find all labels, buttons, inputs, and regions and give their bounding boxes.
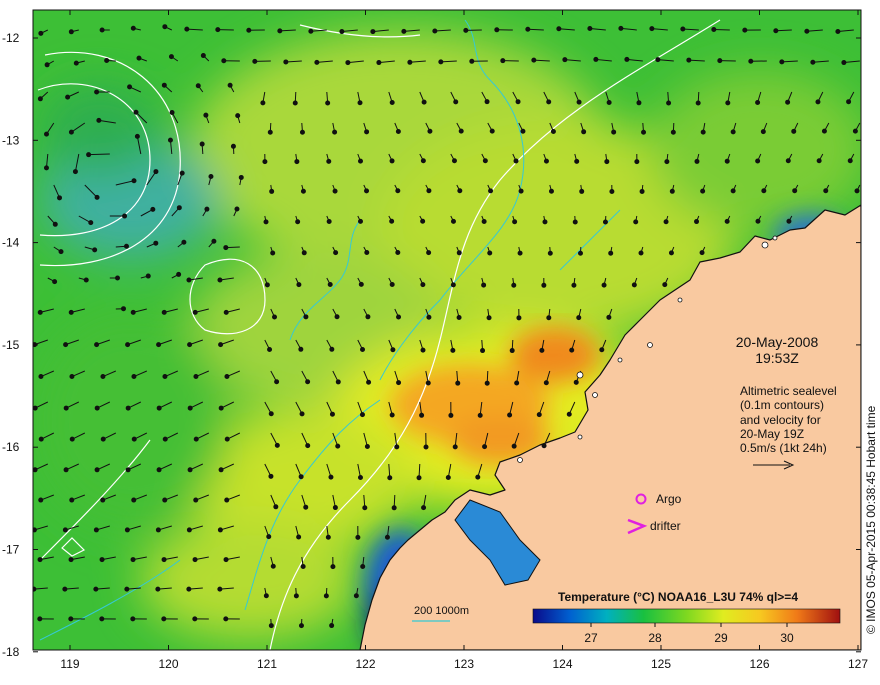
y-tick-label: -13 bbox=[2, 133, 20, 147]
sst-field bbox=[30, 10, 870, 650]
legend-drifter-label: drifter bbox=[650, 519, 681, 533]
y-tick-label: -12 bbox=[2, 31, 20, 45]
map-time: 19:53Z bbox=[722, 350, 832, 366]
x-tick-label: 119 bbox=[60, 657, 79, 671]
y-tick-label: -18 bbox=[2, 645, 20, 659]
altimetry-line: (0.1m contours) bbox=[740, 398, 837, 412]
altimetry-note: Altimetric sealevel (0.1m contours) and … bbox=[740, 384, 837, 455]
y-tick-label: -17 bbox=[2, 543, 20, 557]
x-tick-label: 122 bbox=[355, 657, 375, 671]
x-tick-label: 125 bbox=[651, 657, 671, 671]
colorbar-gradient bbox=[533, 609, 840, 623]
y-tick-label: -14 bbox=[2, 236, 20, 250]
legend-argo-label: Argo bbox=[656, 492, 681, 506]
altimetry-line: and velocity for bbox=[740, 413, 837, 427]
colorbar-tick-label: 27 bbox=[584, 631, 598, 645]
colorbar-tick-label: 30 bbox=[780, 631, 794, 645]
x-tick-label: 127 bbox=[848, 657, 868, 671]
y-tick-label: -16 bbox=[2, 440, 20, 454]
date-time-block: 20-May-2008 19:53Z bbox=[722, 334, 832, 366]
credit-text: © IMOS 05-Apr-2015 00:38:45 Hobart time bbox=[864, 406, 878, 634]
map-date: 20-May-2008 bbox=[722, 334, 832, 350]
colorbar-tick-label: 28 bbox=[648, 631, 662, 645]
sst-map[interactable]: 119 120 121 122 123 124 125 126 127 -12 -13 -14 -15… bbox=[0, 0, 880, 680]
x-tick-label: 126 bbox=[749, 657, 769, 671]
altimetry-line: 20-May 19Z bbox=[740, 427, 837, 441]
y-tick-label: -15 bbox=[2, 338, 20, 352]
x-tick-label: 123 bbox=[454, 657, 474, 671]
bathymetry-scale-label: 200 1000m bbox=[414, 605, 469, 617]
x-tick-label: 120 bbox=[158, 657, 178, 671]
x-tick-label: 124 bbox=[552, 657, 572, 671]
colorbar-title: Temperature (°C) NOAA16_L3U 74% ql>=4 bbox=[558, 590, 798, 604]
altimetry-line: Altimetric sealevel bbox=[740, 384, 837, 398]
altimetry-line: 0.5m/s (1kt 24h) bbox=[740, 441, 837, 455]
colorbar-tick-label: 29 bbox=[714, 631, 728, 645]
x-tick-label: 121 bbox=[257, 657, 277, 671]
